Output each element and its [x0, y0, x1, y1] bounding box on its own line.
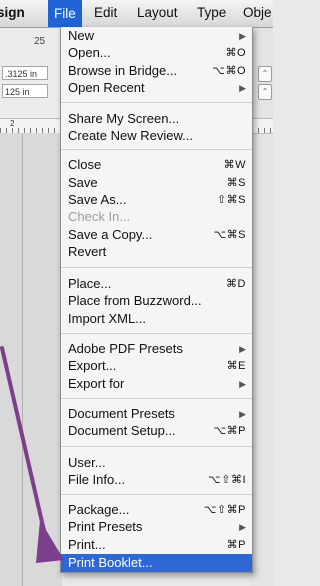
right-control-strip: ⌃ ⌃ [250, 28, 273, 586]
menu-item-browse-in-bridge[interactable]: Browse in Bridge... ⌥⌘O [61, 63, 252, 79]
menu-item-open-recent[interactable]: Open Recent ▶ [61, 80, 252, 96]
menu-item-label: Export... [68, 358, 117, 373]
menu-item-label: Document Presets [68, 406, 175, 421]
menu-item-label: Revert [68, 244, 107, 259]
menu-item-label: Package... [68, 502, 130, 517]
menu-item-label: Import XML... [68, 311, 147, 326]
menu-type[interactable]: Type [197, 5, 226, 20]
menu-item-print-booklet[interactable]: Print Booklet... [61, 554, 252, 572]
menu-item-close[interactable]: Close ⌘W [61, 157, 252, 173]
submenu-arrow-icon: ▶ [239, 83, 246, 93]
y-field[interactable]: 125 in [2, 84, 48, 98]
menu-file[interactable]: File [48, 0, 82, 27]
menu-item-label: Document Setup... [68, 423, 176, 438]
menu-item-user[interactable]: User... [61, 455, 252, 471]
menu-item-place[interactable]: Place... ⌘D [61, 276, 252, 292]
menu-separator [61, 149, 252, 150]
submenu-arrow-icon: ▶ [239, 409, 246, 419]
menu-item-label: User... [68, 455, 106, 470]
menu-item-shortcut: ⌘S [226, 177, 246, 189]
menu-item-shortcut: ⌘D [226, 278, 246, 290]
menu-item-shortcut: ⌥⇧⌘I [208, 474, 246, 486]
menu-item-new[interactable]: New ▶ [61, 28, 252, 44]
menu-separator [61, 398, 252, 399]
menu-item-label: Adobe PDF Presets [68, 341, 183, 356]
menu-item-label: Browse in Bridge... [68, 63, 178, 78]
menu-bar: sign File Edit Layout Type Obje [0, 0, 273, 28]
menu-item-label: Save a Copy... [68, 227, 153, 242]
menu-item-label: Create New Review... [68, 128, 193, 143]
menu-item-create-new-review[interactable]: Create New Review... [61, 128, 252, 144]
menu-item-shortcut: ⌥⌘P [213, 425, 246, 437]
menu-item-label: Open... [68, 45, 111, 60]
submenu-arrow-icon: ▶ [239, 522, 246, 532]
menu-separator [61, 446, 252, 447]
menu-item-label: Open Recent [68, 80, 145, 95]
menu-item-label: Save [68, 175, 98, 190]
menu-item-shortcut: ⌥⌘S [213, 229, 246, 241]
menu-item-label: Export for [68, 376, 125, 391]
menu-item-save-a-copy[interactable]: Save a Copy... ⌥⌘S [61, 227, 252, 243]
menu-item-label: Print Booklet... [68, 555, 153, 570]
menu-item-shortcut: ⌘O [225, 47, 246, 59]
menu-item-label: File Info... [68, 472, 126, 487]
menu-item-import-xml[interactable]: Import XML... [61, 311, 252, 327]
menu-item-shortcut: ⌥⌘O [212, 65, 246, 77]
submenu-arrow-icon: ▶ [239, 31, 246, 41]
menu-item-revert[interactable]: Revert [61, 244, 252, 260]
menu-item-label: Share My Screen... [68, 111, 180, 126]
submenu-arrow-icon: ▶ [239, 379, 246, 389]
menu-item-save[interactable]: Save ⌘S [61, 175, 252, 191]
menu-item-label: Print Presets [68, 519, 143, 534]
x-field[interactable]: .3125 in [2, 66, 48, 80]
menu-indesign[interactable]: sign [0, 5, 25, 20]
menu-item-place-from-buzzword[interactable]: Place from Buzzword... [61, 293, 252, 309]
menu-item-share-my-screen[interactable]: Share My Screen... [61, 111, 252, 127]
menu-separator [61, 494, 252, 495]
menu-item-label: Close [68, 157, 102, 172]
value-label: 25 [34, 36, 46, 47]
menu-item-label: Check In... [68, 209, 131, 224]
ruler-number: 2 [10, 119, 15, 128]
menu-separator [61, 102, 252, 103]
menu-item-shortcut: ⌘P [226, 539, 246, 551]
document-canvas [0, 133, 62, 586]
menu-item-label: Place... [68, 276, 112, 291]
menu-separator [61, 267, 252, 268]
menu-edit[interactable]: Edit [94, 5, 117, 20]
menu-object[interactable]: Obje [243, 5, 272, 20]
menu-item-file-info[interactable]: File Info... ⌥⇧⌘I [61, 472, 252, 488]
menu-layout[interactable]: Layout [137, 5, 178, 20]
menu-item-shortcut: ⌘W [223, 159, 246, 171]
stepper-1[interactable]: ⌃ [258, 66, 272, 82]
menu-item-package[interactable]: Package... ⌥⇧⌘P [61, 502, 252, 518]
page-edge [22, 133, 23, 586]
menu-item-print-presets[interactable]: Print Presets ▶ [61, 519, 252, 535]
menu-item-save-as[interactable]: Save As... ⇧⌘S [61, 192, 252, 208]
menu-item-shortcut: ⌥⇧⌘P [203, 504, 246, 516]
menu-item-print[interactable]: Print... ⌘P [61, 537, 252, 553]
menu-item-label: Save As... [68, 192, 127, 207]
menu-item-label: New [68, 28, 95, 43]
menu-separator [61, 333, 252, 334]
menu-item-adobe-pdf-presets[interactable]: Adobe PDF Presets ▶ [61, 341, 252, 357]
stepper-2[interactable]: ⌃ [258, 84, 272, 100]
menu-item-export-for[interactable]: Export for ▶ [61, 376, 252, 392]
menu-item-export[interactable]: Export... ⌘E [61, 358, 252, 374]
menu-item-document-presets[interactable]: Document Presets ▶ [61, 406, 252, 422]
submenu-arrow-icon: ▶ [239, 344, 246, 354]
menu-item-document-setup[interactable]: Document Setup... ⌥⌘P [61, 423, 252, 439]
menu-item-label: Place from Buzzword... [68, 293, 202, 308]
menu-item-label: Print... [68, 537, 106, 552]
file-menu: New ▶ Open... ⌘O Browse in Bridge... ⌥⌘O Open … [60, 27, 253, 573]
menu-item-shortcut: ⌘E [226, 360, 246, 372]
menu-item-check-in: Check In... [61, 209, 252, 225]
menu-item-shortcut: ⇧⌘S [216, 194, 246, 206]
menu-item-open[interactable]: Open... ⌘O [61, 45, 252, 61]
